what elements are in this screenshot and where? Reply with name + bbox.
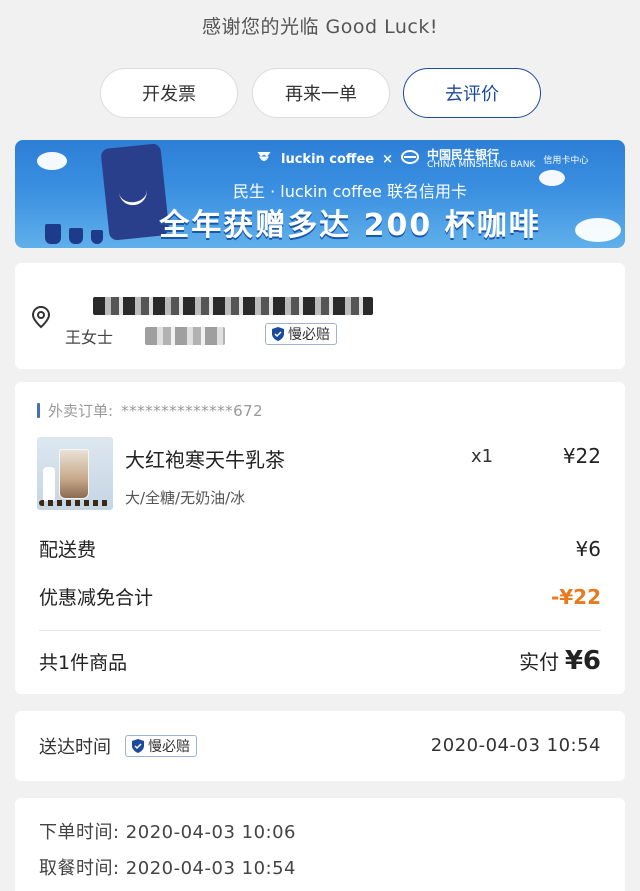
recipient-name: 王女士 bbox=[65, 328, 114, 347]
product-quantity: x1 bbox=[471, 446, 494, 467]
order-number-value: **************672 bbox=[121, 401, 264, 420]
invoice-button[interactable]: 开发票 bbox=[100, 68, 238, 118]
bank-name: 中国民生银行 bbox=[427, 147, 500, 162]
shield-icon bbox=[272, 327, 284, 341]
section-marker bbox=[37, 403, 40, 418]
redacted-phone bbox=[145, 327, 225, 345]
paid-amount: ¥6 bbox=[564, 646, 601, 676]
order-number-label: 外卖订单: bbox=[48, 402, 114, 420]
redacted-address bbox=[93, 297, 373, 315]
badge-label: 慢必赔 bbox=[148, 739, 190, 755]
product-spec: 大/全糖/无奶油/冰 bbox=[125, 489, 246, 507]
discount-label: 优惠减免合计 bbox=[39, 587, 154, 609]
bank-name-en: CHINA MINSHENG BANK bbox=[427, 159, 536, 170]
banner-subtitle: 民生 · luckin coffee 联名信用卡 bbox=[233, 182, 467, 201]
delivery-fee-amount: ¥6 bbox=[575, 536, 601, 561]
banner-brand-line: luckin coffee × 中国民生银行 CHINA MINSHENG BA… bbox=[255, 148, 588, 170]
delivery-time-value: 2020-04-03 10:54 bbox=[430, 735, 601, 756]
discount-row: 优惠减免合计 -¥22 bbox=[39, 583, 601, 610]
order-time: 下单时间: 2020-04-03 10:06 bbox=[39, 822, 296, 843]
luckin-logo-text: luckin coffee bbox=[281, 151, 375, 167]
paid-label: 实付 bbox=[519, 650, 560, 674]
location-pin-icon bbox=[31, 305, 51, 333]
reorder-button[interactable]: 再来一单 bbox=[252, 68, 390, 118]
thanks-message: 感谢您的光临 Good Luck! bbox=[202, 16, 438, 38]
order-number: 外卖订单: **************672 bbox=[37, 400, 263, 421]
address-card: 王女士 慢必赔 bbox=[15, 263, 625, 369]
review-button[interactable]: 去评价 bbox=[403, 68, 541, 118]
total-items: 共1件商品 bbox=[39, 651, 128, 674]
discount-amount: -¥22 bbox=[550, 584, 601, 609]
brand-separator: × bbox=[382, 151, 394, 167]
delivery-fee-row: 配送费 ¥6 bbox=[39, 535, 601, 562]
product-price: ¥22 bbox=[562, 444, 601, 468]
cloud-icon bbox=[37, 152, 67, 170]
badge-label: 慢必赔 bbox=[288, 327, 330, 343]
pickup-time: 取餐时间: 2020-04-03 10:54 bbox=[39, 858, 296, 879]
product-name: 大红袍寒天牛乳茶 bbox=[125, 448, 285, 472]
deer-logo-icon bbox=[255, 148, 273, 170]
order-times-card: 下单时间: 2020-04-03 10:06 取餐时间: 2020-04-03 … bbox=[15, 798, 625, 891]
divider bbox=[39, 630, 601, 631]
total-row: 共1件商品 实付 ¥6 bbox=[39, 646, 601, 676]
slow-compensation-badge: 慢必赔 bbox=[125, 735, 197, 757]
paid-total: 实付 ¥6 bbox=[519, 646, 601, 676]
bank-subtitle: 信用卡中心 bbox=[543, 155, 589, 166]
slow-compensation-badge: 慢必赔 bbox=[265, 323, 337, 345]
shield-icon bbox=[132, 739, 144, 753]
order-card: 外卖订单: **************672 大红袍寒天牛乳茶 大/全糖/无奶… bbox=[15, 382, 625, 694]
bank-logo-icon bbox=[401, 150, 420, 168]
delivery-time-label: 送达时间 bbox=[39, 737, 111, 758]
delivery-fee-label: 配送费 bbox=[39, 539, 97, 561]
banner-headline: 全年获赠多达 200 杯咖啡 bbox=[159, 208, 541, 243]
product-image bbox=[37, 437, 113, 510]
delivery-time-card: 送达时间 慢必赔 2020-04-03 10:54 bbox=[15, 711, 625, 781]
promo-banner[interactable]: luckin coffee × 中国民生银行 CHINA MINSHENG BA… bbox=[15, 140, 625, 248]
